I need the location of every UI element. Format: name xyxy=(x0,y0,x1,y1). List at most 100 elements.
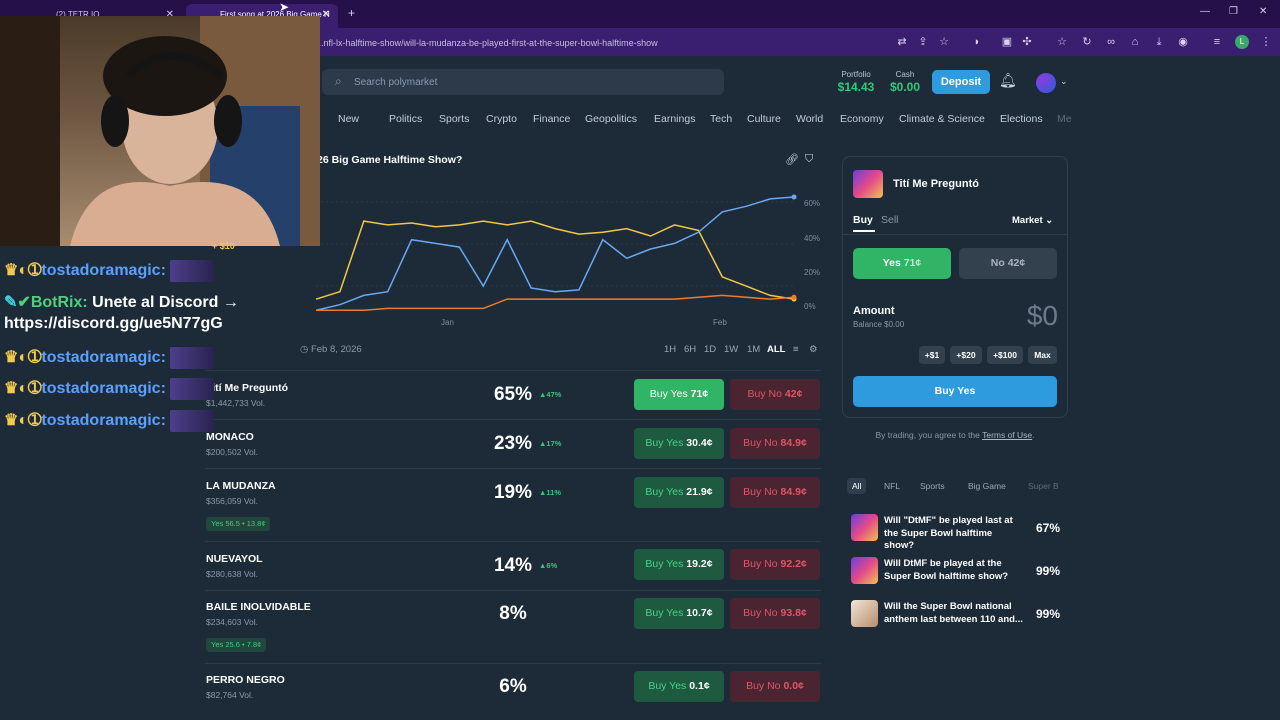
tab-buy[interactable]: Buy xyxy=(853,214,873,226)
outcome-name[interactable]: LA MUDANZA xyxy=(206,480,276,492)
restore-icon[interactable]: ❐ xyxy=(1229,6,1238,17)
chevron-down-icon[interactable]: ⌄ xyxy=(1060,76,1068,87)
extension-icon[interactable]: ⌂ xyxy=(1128,35,1142,49)
nav-climate-science[interactable]: Climate & Science xyxy=(899,113,985,125)
quick-add-max[interactable]: Max xyxy=(1028,346,1057,364)
extension-icon[interactable]: ◉ xyxy=(1176,35,1190,49)
related-question[interactable]: Will DtMF be played at the Super Bowl ha… xyxy=(884,558,1024,583)
chat-line: https://discord.gg/ue5N77gG xyxy=(4,315,223,333)
link-icon[interactable]: 🔗︎ xyxy=(785,153,799,166)
related-question[interactable]: Will "DtMF" be played last at the Super … xyxy=(884,515,1024,553)
buy-yes-button[interactable]: Buy Yes 21.9¢ xyxy=(634,477,724,508)
filter-all[interactable]: All xyxy=(847,478,867,494)
filter-sports[interactable]: Sports xyxy=(920,481,945,491)
outcome-name[interactable]: Tití Me Preguntó xyxy=(206,382,288,394)
quick-add-1[interactable]: +$1 xyxy=(919,346,945,364)
buy-no-button[interactable]: Buy No 93.8¢ xyxy=(730,598,820,629)
nav-politics[interactable]: Politics xyxy=(389,113,422,125)
extension-icon[interactable]: ▣ xyxy=(1000,35,1014,49)
nav-more[interactable]: Me xyxy=(1057,113,1072,125)
bookmark-star-icon[interactable]: ☆ xyxy=(937,35,951,49)
nav-crypto[interactable]: Crypto xyxy=(486,113,517,125)
nav-sports[interactable]: Sports xyxy=(439,113,469,125)
nav-earnings[interactable]: Earnings xyxy=(654,113,695,125)
bookmark-icon[interactable]: ⛉ xyxy=(805,153,813,166)
quick-add-100[interactable]: +$100 xyxy=(987,346,1023,364)
y-tick-label: 0% xyxy=(804,302,816,311)
related-question[interactable]: Will the Super Bowl national anthem last… xyxy=(884,601,1024,626)
extension-icon[interactable]: ∞ xyxy=(1104,35,1118,49)
download-icon[interactable]: ⤓ xyxy=(1152,35,1166,49)
price-chart[interactable] xyxy=(316,180,800,315)
filter-nfl[interactable]: NFL xyxy=(884,481,900,491)
outcome-name[interactable]: BAILE INOLVIDABLE xyxy=(206,601,311,613)
portfolio-value[interactable]: $14.43 xyxy=(834,80,878,94)
buy-no-button[interactable]: Buy No 92.2¢ xyxy=(730,549,820,580)
url-field[interactable]: ...nfl-lx-halftime-show/will-la-mudanza-… xyxy=(316,38,658,48)
translate-icon[interactable]: ⇄ xyxy=(895,35,909,49)
no-outcome-button[interactable]: No 42¢ xyxy=(959,248,1057,279)
buy-no-button[interactable]: Buy No 0.0¢ xyxy=(730,671,820,702)
timeframe-1w[interactable]: 1W xyxy=(724,344,738,355)
outcome-name[interactable]: NUEVAYOL xyxy=(206,553,263,565)
buy-yes-button[interactable]: Buy Yes 0.1¢ xyxy=(634,671,724,702)
buy-yes-button[interactable]: Buy Yes 71¢ xyxy=(634,379,724,410)
amount-input[interactable]: $0 xyxy=(1000,300,1058,332)
buy-yes-button[interactable]: Buy Yes 30.4¢ xyxy=(634,428,724,459)
close-window-icon[interactable]: ✕ xyxy=(1259,6,1267,17)
buy-no-button[interactable]: Buy No 42¢ xyxy=(730,379,820,410)
timeframe-1d[interactable]: 1D xyxy=(704,344,716,355)
timeframe-all[interactable]: ALL xyxy=(767,344,785,355)
quick-add-20[interactable]: +$20 xyxy=(950,346,982,364)
buy-yes-button[interactable]: Buy Yes 19.2¢ xyxy=(634,549,724,580)
position-pill[interactable]: Yes 56.5 • 13.8¢ xyxy=(206,517,271,531)
more-icon[interactable]: ⋮ xyxy=(1259,35,1273,49)
timeframe-1h[interactable]: 1H xyxy=(664,344,676,355)
timeframe-1m[interactable]: 1M xyxy=(747,344,760,355)
nav-finance[interactable]: Finance xyxy=(533,113,570,125)
filter-super-bowl[interactable]: Super B xyxy=(1028,481,1059,491)
nav-culture[interactable]: Culture xyxy=(747,113,781,125)
submit-buy-button[interactable]: Buy Yes xyxy=(853,376,1057,407)
close-tab-icon[interactable]: ✕ xyxy=(322,9,330,20)
minimize-icon[interactable]: — xyxy=(1200,6,1210,17)
deposit-button[interactable]: Deposit xyxy=(932,70,990,94)
search-input[interactable]: Search polymarket xyxy=(354,77,437,88)
nav-world[interactable]: World xyxy=(796,113,823,125)
extension-icon[interactable]: ◗ xyxy=(970,35,984,49)
nav-economy[interactable]: Economy xyxy=(840,113,884,125)
user-avatar[interactable] xyxy=(1036,73,1056,93)
outcome-name[interactable]: PERRO NEGRO xyxy=(206,674,285,686)
tab-sell[interactable]: Sell xyxy=(881,214,899,226)
buy-no-button[interactable]: Buy No 84.9¢ xyxy=(730,428,820,459)
nav-tech[interactable]: Tech xyxy=(710,113,732,125)
x-tick-label: Feb xyxy=(713,318,727,327)
filter-icon[interactable]: ≡ xyxy=(793,344,799,355)
yes-outcome-button[interactable]: Yes 71¢ xyxy=(853,248,951,279)
nav-geopolitics[interactable]: Geopolitics xyxy=(585,113,637,125)
timeframe-6h[interactable]: 6H xyxy=(684,344,696,355)
settings-gear-icon[interactable]: ⚙ xyxy=(809,344,818,355)
buy-no-button[interactable]: Buy No 84.9¢ xyxy=(730,477,820,508)
new-tab-icon[interactable]: + xyxy=(348,6,355,20)
cash-value[interactable]: $0.00 xyxy=(886,80,924,94)
search-icon: ⌕ xyxy=(335,74,342,88)
filter-big-game[interactable]: Big Game xyxy=(968,481,1006,491)
nav-new[interactable]: New xyxy=(338,113,359,125)
outcome-row xyxy=(205,468,821,541)
order-type-dropdown[interactable]: Market ⌄ xyxy=(1012,215,1053,226)
buy-yes-button[interactable]: Buy Yes 10.7¢ xyxy=(634,598,724,629)
series-line xyxy=(316,294,795,312)
webcam-overlay xyxy=(0,16,320,246)
profile-avatar[interactable]: L xyxy=(1235,35,1249,49)
outcome-name[interactable]: MONACO xyxy=(206,431,254,443)
notification-bell-icon[interactable]: 🔔︎ xyxy=(999,72,1017,89)
history-icon[interactable]: ↻ xyxy=(1080,35,1094,49)
puzzle-icon[interactable]: ✣ xyxy=(1020,35,1034,49)
position-pill[interactable]: Yes 25.6 • 7.8¢ xyxy=(206,638,267,652)
terms-link[interactable]: Terms of Use xyxy=(982,430,1032,440)
menu-icon[interactable]: ≡ xyxy=(1210,35,1224,49)
nav-elections[interactable]: Elections xyxy=(1000,113,1043,125)
star-icon[interactable]: ☆ xyxy=(1055,35,1069,49)
install-icon[interactable]: ⇪ xyxy=(916,35,930,49)
